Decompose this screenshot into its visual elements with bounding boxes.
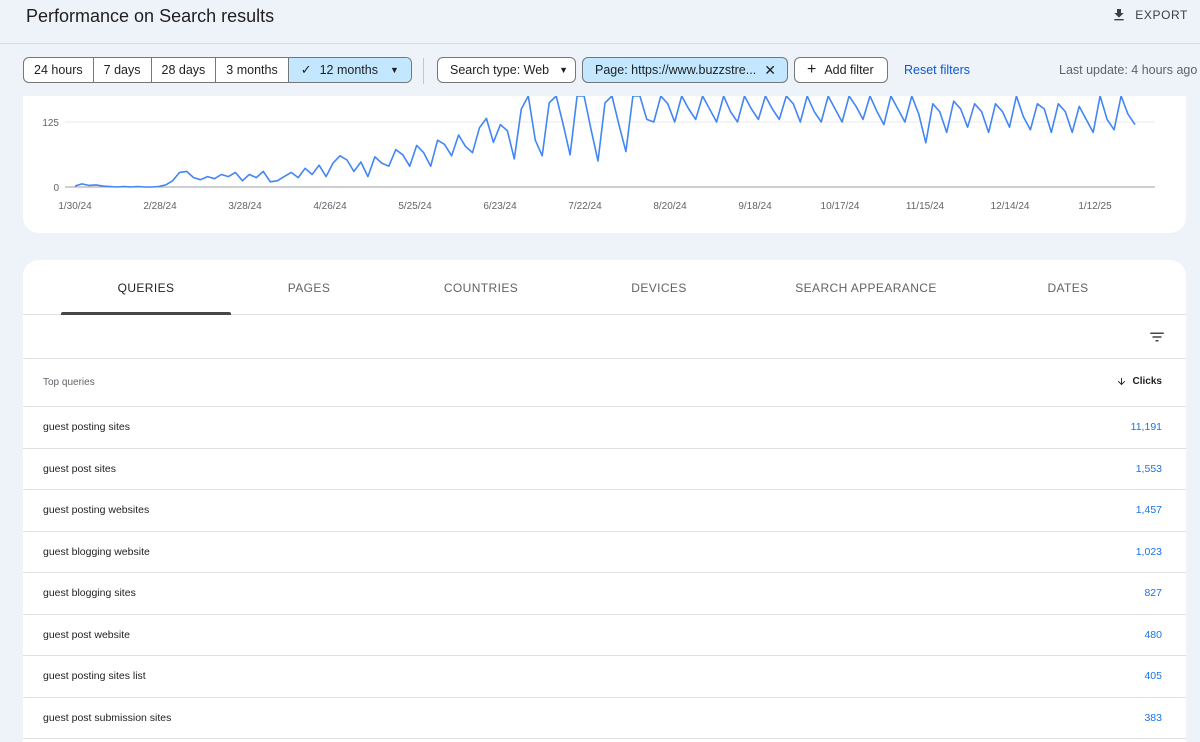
x-tick-label: 1/30/24 (58, 201, 92, 212)
last-update-text: Last update: 4 hours ago (1059, 63, 1198, 77)
x-tick-label: 1/12/25 (1078, 201, 1112, 212)
table-row[interactable]: guest blogging website 1,023 (23, 532, 1186, 573)
date-range-7-days[interactable]: 7 days (94, 58, 152, 82)
query-cell: guest blogging website (43, 545, 150, 558)
table-row[interactable]: guest posting sites list 405 (23, 656, 1186, 698)
clicks-cell: 1,023 (1135, 545, 1162, 558)
arrow-down-icon (1117, 377, 1125, 386)
export-button[interactable]: EXPORT (1111, 7, 1188, 23)
plus-icon: + (807, 61, 817, 78)
clicks-line-chart: 125 0 1/30/24 2/28/24 3/28/24 4/26/24 5/25/24 6… (42, 96, 1155, 212)
download-icon (1114, 9, 1124, 21)
date-range-24-hours[interactable]: 24 hours (24, 58, 94, 82)
clicks-header-label: Clicks (1132, 376, 1162, 387)
page-filter-chip[interactable]: Page: https://www.buzzstre... ✕ (582, 57, 788, 83)
clicks-cell: 11,191 (1130, 421, 1162, 433)
x-tick-label: 12/14/24 (991, 201, 1030, 212)
y-tick-label: 125 (42, 118, 59, 129)
table-body: guest posting sites 11,191 guest post sit… (23, 407, 1186, 739)
x-tick-label: 7/22/24 (568, 201, 602, 212)
report-tabs: QUERIES PAGES COUNTRIES DEVICES SEARCH A… (23, 260, 1186, 315)
y-tick-label: 0 (53, 183, 59, 194)
add-filter-label: Add filter (824, 63, 874, 77)
clicks-cell: 827 (1144, 587, 1162, 599)
x-tick-label: 5/25/24 (398, 201, 432, 212)
table-header: Top queries Clicks (23, 359, 1186, 407)
filter-bar: 24 hours 7 days 28 days 3 months ✓ 12 mo… (0, 44, 1200, 94)
x-tick-label: 10/17/24 (821, 201, 860, 212)
clicks-cell: 1,457 (1135, 504, 1162, 516)
x-tick-label: 2/28/24 (143, 201, 177, 212)
report-table-card: QUERIES PAGES COUNTRIES DEVICES SEARCH A… (23, 260, 1186, 742)
x-tick-label: 8/20/24 (653, 201, 687, 212)
clicks-cell: 405 (1144, 670, 1162, 682)
performance-chart: 125 0 1/30/24 2/28/24 3/28/24 4/26/24 5/25/24 6… (23, 96, 1186, 233)
table-toolbar (23, 315, 1186, 359)
x-tick-label: 4/26/24 (313, 201, 347, 212)
filter-separator (423, 58, 424, 84)
column-header-top-queries: Top queries (43, 377, 95, 388)
tab-search-appearance[interactable]: SEARCH APPEARANCE (781, 260, 951, 315)
caret-down-icon: ▼ (559, 65, 569, 75)
check-icon: ✓ (300, 62, 312, 77)
tab-dates[interactable]: DATES (988, 260, 1148, 315)
query-cell: guest posting sites list (43, 670, 146, 682)
table-row[interactable]: guest posting websites 1,457 (23, 490, 1186, 532)
query-cell: guest post submission sites (43, 711, 172, 724)
x-tick-label: 11/15/24 (906, 201, 945, 212)
date-range-3-months[interactable]: 3 months (216, 58, 289, 82)
date-range-selector: 24 hours 7 days 28 days 3 months ✓ 12 mo… (23, 57, 412, 83)
add-filter-button[interactable]: + Add filter (794, 57, 888, 83)
tab-pages[interactable]: PAGES (229, 260, 389, 315)
date-range-selected-label: 12 months (319, 63, 378, 77)
query-cell: guest post sites (43, 462, 116, 475)
query-cell: guest post website (43, 628, 130, 641)
search-type-dropdown[interactable]: Search type: Web ▼ (437, 57, 576, 83)
tab-countries[interactable]: COUNTRIES (401, 260, 561, 315)
export-label: EXPORT (1135, 8, 1188, 22)
clicks-cell: 480 (1144, 628, 1162, 641)
date-range-28-days[interactable]: 28 days (152, 58, 217, 82)
page-filter-label: Page: https://www.buzzstre... (595, 63, 757, 77)
query-cell: guest posting sites (43, 421, 130, 433)
tab-devices[interactable]: DEVICES (579, 260, 739, 315)
close-icon[interactable]: ✕ (764, 62, 776, 79)
clicks-series-line (74, 96, 1136, 188)
search-type-label: Search type: Web (450, 63, 550, 77)
column-header-clicks[interactable]: Clicks (1116, 376, 1162, 387)
x-tick-label: 3/28/24 (228, 201, 262, 212)
page-header: Performance on Search results EXPORT (0, 0, 1200, 44)
table-row[interactable]: guest blogging sites 827 (23, 573, 1186, 615)
date-range-12-months[interactable]: ✓ 12 months ▼ (288, 58, 411, 82)
table-row[interactable]: guest post submission sites 383 (23, 698, 1186, 739)
table-row[interactable]: guest post website 480 (23, 615, 1186, 656)
clicks-cell: 1,553 (1135, 462, 1162, 475)
x-tick-label: 6/23/24 (483, 201, 517, 212)
reset-filters-link[interactable]: Reset filters (904, 63, 970, 77)
x-tick-label: 9/18/24 (738, 201, 772, 212)
tab-queries[interactable]: QUERIES (61, 260, 231, 315)
table-row[interactable]: guest posting sites 11,191 (23, 407, 1186, 449)
page-title: Performance on Search results (26, 6, 275, 26)
clicks-cell: 383 (1144, 711, 1162, 724)
caret-down-icon: ▼ (389, 65, 399, 75)
query-cell: guest posting websites (43, 504, 150, 516)
filter-icon[interactable] (1148, 328, 1166, 346)
query-cell: guest blogging sites (43, 587, 136, 599)
table-row[interactable]: guest post sites 1,553 (23, 449, 1186, 490)
